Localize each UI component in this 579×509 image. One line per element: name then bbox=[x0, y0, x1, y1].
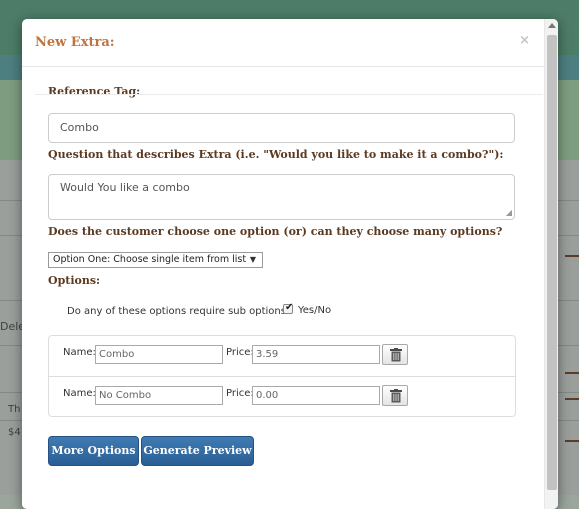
new-extra-modal: New Extra: × Reference Tag: Combo Questi… bbox=[22, 19, 558, 509]
trash-icon bbox=[390, 348, 402, 362]
scrollbar-thumb[interactable] bbox=[547, 35, 557, 490]
more-options-button[interactable]: More Options bbox=[48, 436, 139, 466]
option-price-input[interactable]: 3.59 bbox=[252, 345, 380, 364]
bg-text-price: $4 bbox=[8, 427, 21, 438]
option-row: Name: Combo Price: 3.59 bbox=[49, 336, 515, 376]
scroll-up-icon[interactable] bbox=[548, 23, 556, 28]
divider bbox=[35, 94, 543, 95]
sub-options-checkbox-label: Yes/No bbox=[298, 305, 332, 316]
delete-option-button[interactable] bbox=[382, 385, 408, 406]
close-icon[interactable]: × bbox=[519, 33, 530, 48]
option-name-label: Name: bbox=[63, 347, 96, 358]
question-label: Question that describes Extra (i.e. "Wou… bbox=[48, 148, 504, 161]
sub-options-checkbox[interactable]: ✔ bbox=[283, 302, 294, 314]
option-name-input[interactable]: No Combo bbox=[95, 386, 223, 405]
question-textarea[interactable]: Would You like a combo ◢ bbox=[48, 174, 515, 220]
option-name-label: Name: bbox=[63, 388, 96, 399]
option-price-input[interactable]: 0.00 bbox=[252, 386, 380, 405]
delete-option-button[interactable] bbox=[382, 344, 408, 365]
option-name-input[interactable]: Combo bbox=[95, 345, 223, 364]
option-price-label: Price: bbox=[226, 347, 254, 358]
reference-tag-input[interactable]: Combo bbox=[48, 113, 515, 143]
options-label: Options: bbox=[48, 274, 101, 287]
modal-title: New Extra: bbox=[35, 35, 115, 50]
trash-icon bbox=[390, 389, 402, 403]
choice-type-label: Does the customer choose one option (or)… bbox=[48, 225, 503, 238]
choice-type-selected: Option One: Choose single item from list bbox=[53, 254, 247, 265]
dropdown-arrow-icon: ▼ bbox=[249, 255, 256, 264]
modal-header: New Extra: × bbox=[22, 19, 558, 67]
question-text: Would You like a combo bbox=[60, 181, 190, 194]
reference-tag-label: Reference Tag: bbox=[48, 85, 141, 98]
sub-options-question: Do any of these options require sub opti… bbox=[67, 306, 292, 317]
options-list: Name: Combo Price: 3.59 Name: No Combo P… bbox=[48, 335, 516, 417]
choice-type-select[interactable]: Option One: Choose single item from list… bbox=[48, 252, 263, 268]
option-price-label: Price: bbox=[226, 388, 254, 399]
modal-scrollbar[interactable] bbox=[544, 19, 558, 509]
bg-text-th: Th bbox=[8, 404, 21, 415]
generate-preview-button[interactable]: Generate Preview bbox=[141, 436, 254, 466]
checkmark-icon: ✔ bbox=[285, 302, 294, 313]
option-row: Name: No Combo Price: 0.00 bbox=[49, 376, 515, 416]
resize-grip-icon[interactable]: ◢ bbox=[506, 209, 512, 217]
